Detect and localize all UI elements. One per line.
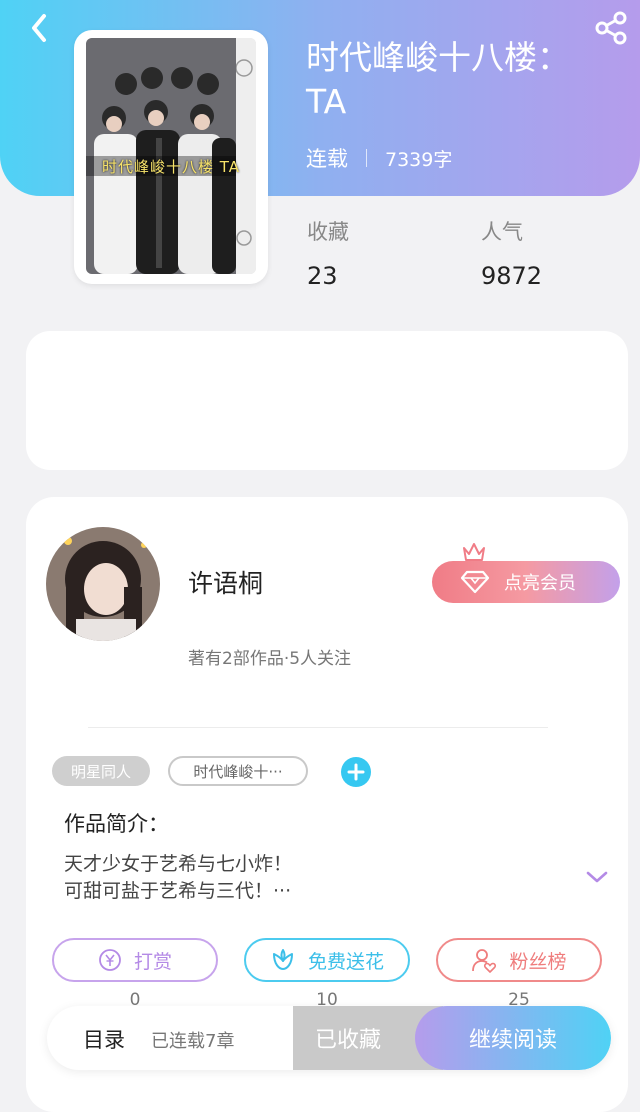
- table-of-contents-link[interactable]: 目录: [83, 1024, 125, 1054]
- yen-coin-icon: [99, 949, 121, 971]
- author-avatar[interactable]: [46, 527, 160, 641]
- genre-tag-label: 明星同人: [70, 762, 131, 781]
- flower-icon: [272, 949, 293, 970]
- empty-card: [26, 331, 628, 470]
- cover-image: 时代峰峻十八楼 TA: [86, 38, 256, 274]
- stat-label: 人气: [481, 220, 523, 244]
- word-count: 7339字: [385, 148, 453, 171]
- book-cover[interactable]: 时代峰峻十八楼 TA: [74, 30, 268, 284]
- continue-reading-button[interactable]: 继续阅读: [415, 1006, 611, 1070]
- user-heart-icon: [472, 949, 497, 973]
- bottom-action-bar: 目录 已连载7章 已收藏 继续阅读: [47, 1006, 611, 1070]
- book-status-row: 连载 7339字: [306, 143, 452, 173]
- intro-line: 可甜可盐于艺希与三代！···: [64, 880, 292, 902]
- author-meta: 著有2部作品·5人关注: [188, 649, 352, 669]
- stat-label: 收藏: [307, 220, 349, 244]
- vip-button-label: 点亮会员: [504, 573, 576, 594]
- stat-popularity: 人气 9872: [481, 216, 542, 290]
- book-title: 时代峰峻十八楼：TA: [306, 38, 570, 121]
- fan-ranking-button[interactable]: 粉丝榜: [436, 938, 602, 982]
- title-tag-label: 时代峰峻十···: [193, 762, 283, 781]
- status-divider: [366, 149, 367, 167]
- chapter-count[interactable]: 已连载7章: [151, 1027, 234, 1053]
- send-flower-label: 免费送花: [307, 950, 384, 973]
- add-tag-button[interactable]: [341, 757, 371, 787]
- genre-tag[interactable]: 明星同人: [52, 756, 150, 786]
- send-flower-button[interactable]: 免费送花: [244, 938, 410, 982]
- title-tag[interactable]: 时代峰峻十···: [168, 756, 308, 786]
- chevron-left-icon: [32, 14, 46, 42]
- stat-value: 9872: [481, 262, 543, 290]
- reward-label: 打赏: [133, 950, 172, 973]
- intro-line: 天才少女于艺希与七小炸！: [64, 853, 293, 875]
- diamond-icon: [460, 570, 490, 594]
- stat-favorites: 收藏 23: [307, 216, 349, 290]
- reward-button[interactable]: 打赏: [52, 938, 218, 982]
- plus-icon: [347, 763, 365, 781]
- continue-reading-label: 继续阅读: [468, 1028, 557, 1053]
- cover-caption: 时代峰峻十八楼 TA: [101, 158, 241, 176]
- serial-status: 连载: [306, 147, 348, 171]
- section-divider: [88, 727, 548, 728]
- stat-value: 23: [307, 262, 338, 290]
- intro-heading: 作品简介：: [64, 812, 169, 836]
- activate-vip-button[interactable]: 点亮会员: [432, 561, 620, 603]
- fan-ranking-label: 粉丝榜: [509, 950, 567, 973]
- back-button[interactable]: [22, 10, 58, 46]
- crown-icon: [463, 543, 485, 561]
- collected-label: 已收藏: [314, 1028, 381, 1053]
- intro-text: 天才少女于艺希与七小炸！ 可甜可盐于艺希与三代！···: [64, 851, 292, 905]
- chevron-down-icon[interactable]: [584, 868, 610, 886]
- author-name[interactable]: 许语桐: [188, 564, 263, 600]
